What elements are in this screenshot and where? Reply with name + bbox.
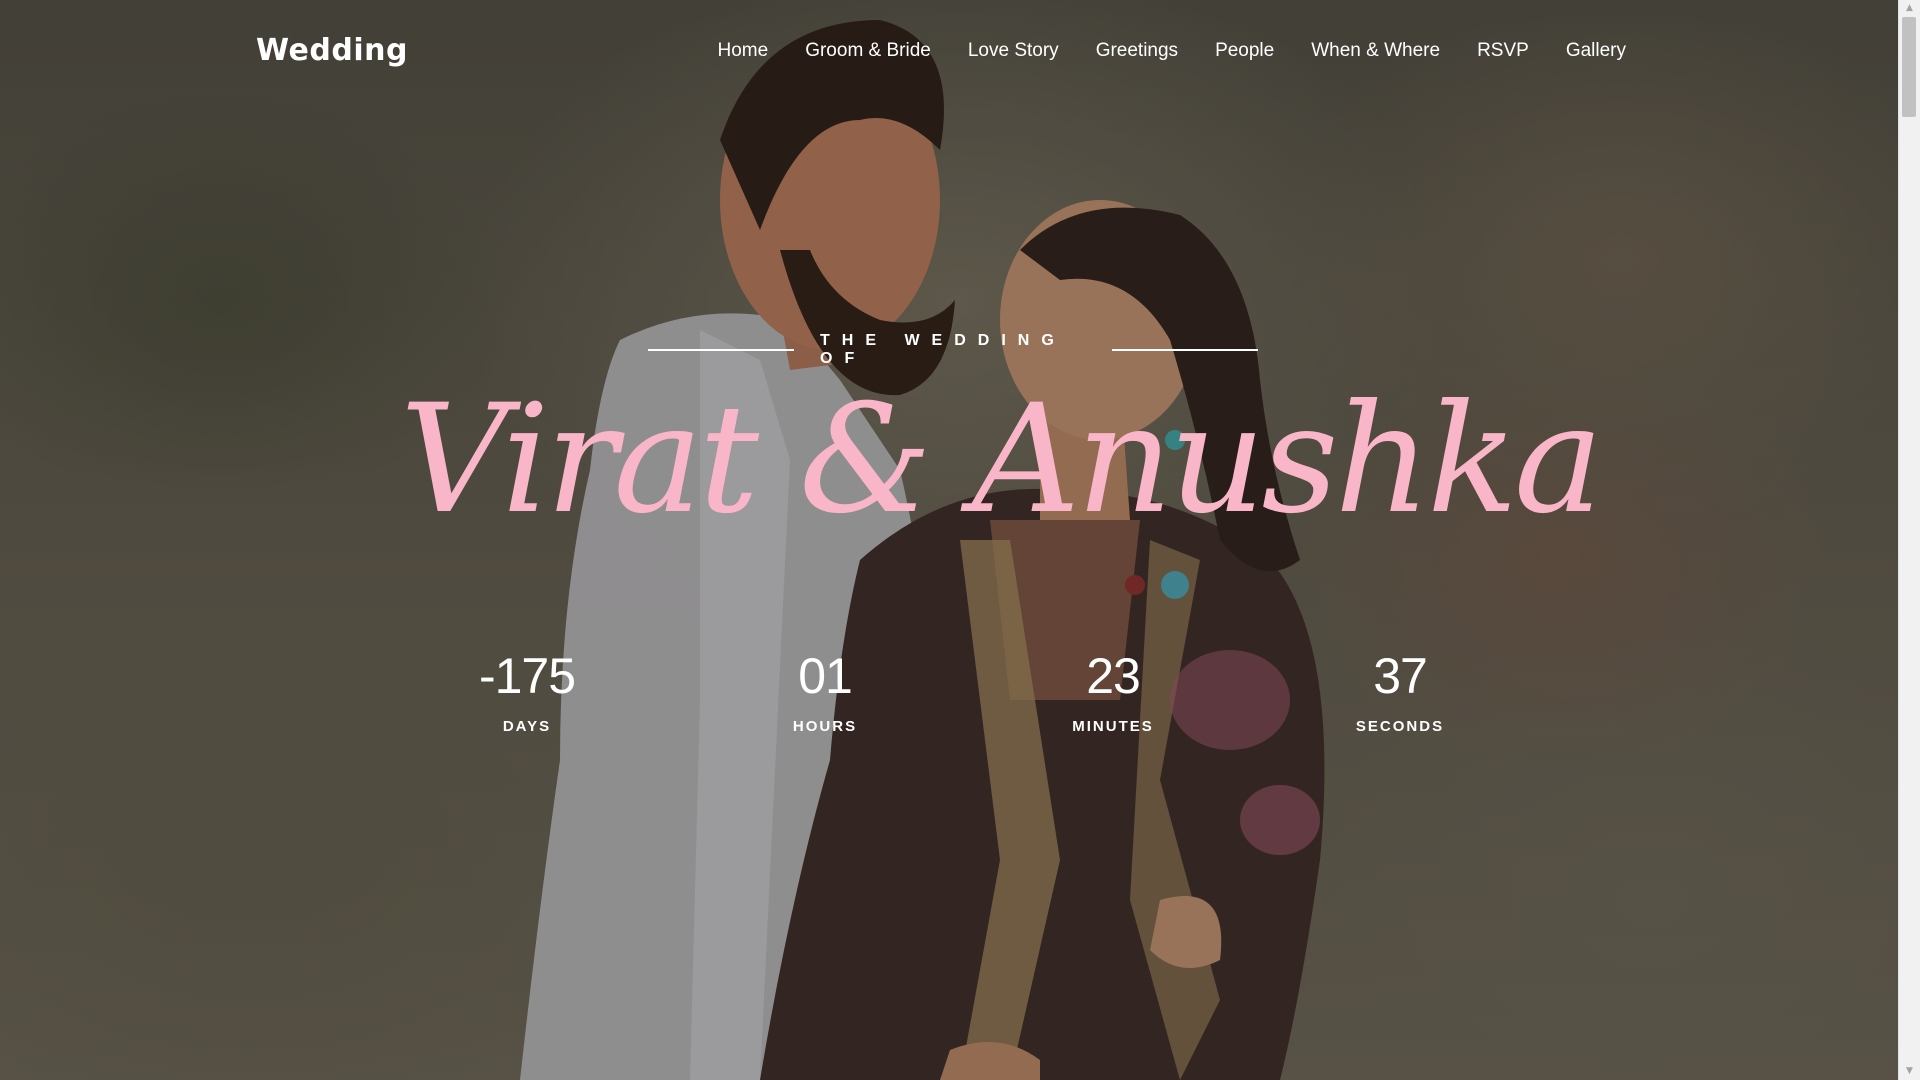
main-nav: Home Groom & Bride Love Story Greetings …: [718, 40, 1626, 62]
nav-people[interactable]: People: [1215, 40, 1274, 62]
countdown-days-label: DAYS: [502, 718, 552, 735]
nav-home[interactable]: Home: [718, 40, 769, 62]
countdown-hours-label: HOURS: [792, 718, 858, 735]
countdown-minutes-value: 23: [1086, 648, 1141, 704]
triangle-up-icon[interactable]: ▲: [1899, 0, 1920, 17]
couple-names: Virat & Anushka: [400, 373, 1603, 547]
countdown-minutes: 23 MINUTES: [1003, 646, 1223, 735]
nav-rsvp[interactable]: RSVP: [1477, 40, 1529, 62]
subtitle-row: THE WEDDING OF: [648, 332, 1258, 367]
nav-gallery[interactable]: Gallery: [1566, 40, 1626, 62]
site-logo[interactable]: Wedding: [256, 33, 408, 68]
triangle-down-icon[interactable]: ▼: [1899, 1063, 1920, 1080]
scrollbar-thumb[interactable]: [1902, 17, 1916, 117]
vertical-scrollbar[interactable]: ▲ ▼: [1898, 0, 1920, 1080]
nav-groom-bride[interactable]: Groom & Bride: [805, 40, 931, 62]
nav-love-story[interactable]: Love Story: [968, 40, 1059, 62]
countdown-hours: 01 HOURS: [715, 646, 935, 735]
countdown-days-value: -175: [478, 648, 576, 704]
countdown-minutes-label: MINUTES: [1072, 718, 1154, 735]
countdown: -175 DAYS 01 HOURS 23 MINUTES 37 SECONDS: [0, 646, 1920, 756]
subtitle-line-left: [648, 349, 794, 351]
countdown-hours-value: 01: [798, 648, 853, 704]
countdown-days: -175 DAYS: [417, 646, 637, 735]
countdown-seconds: 37 SECONDS: [1290, 646, 1510, 735]
countdown-seconds-label: SECONDS: [1355, 718, 1445, 735]
nav-when-where[interactable]: When & Where: [1311, 40, 1440, 62]
hero-section: Wedding Home Groom & Bride Love Story Gr…: [0, 0, 1920, 1080]
countdown-seconds-value: 37: [1373, 648, 1428, 704]
subtitle-line-right: [1111, 349, 1258, 351]
nav-greetings[interactable]: Greetings: [1096, 40, 1178, 62]
